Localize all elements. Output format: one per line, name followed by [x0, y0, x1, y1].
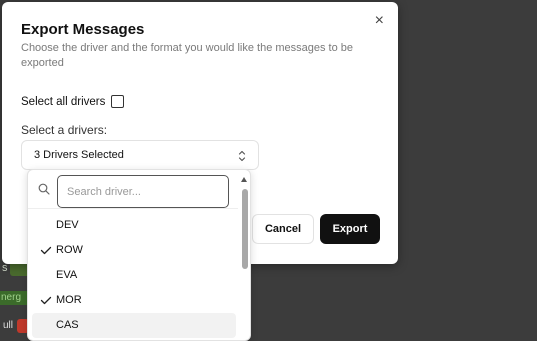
driver-option-mor[interactable]: MOR [32, 288, 236, 313]
search-driver-input[interactable] [57, 175, 229, 208]
background-fragment-text: ull [3, 320, 14, 331]
drivers-select[interactable]: 3 Drivers Selected [21, 140, 259, 170]
background-fragment-text: nerg [1, 292, 22, 303]
background-row-2: nerg [0, 291, 29, 305]
drivers-select-value: 3 Drivers Selected [34, 149, 124, 161]
select-all-label: Select all drivers [21, 95, 106, 108]
select-all-drivers: Select all drivers [21, 95, 125, 108]
checkmark-icon [40, 296, 52, 305]
dialog-title: Export Messages [21, 21, 145, 38]
driver-option-label: DEV [56, 219, 79, 231]
driver-option-label: MOR [56, 294, 82, 306]
driver-option-eva[interactable]: EVA [32, 263, 236, 288]
select-drivers-label: Select a drivers: [21, 123, 108, 137]
search-row [28, 170, 238, 209]
cancel-button[interactable]: Cancel [252, 214, 314, 244]
driver-option-label: ROW [56, 244, 83, 256]
dropdown-scrollbar[interactable] [238, 170, 250, 340]
driver-option-row[interactable]: ROW [32, 238, 236, 263]
checkmark-icon [40, 246, 52, 255]
export-button[interactable]: Export [320, 214, 380, 244]
close-icon: × [374, 12, 384, 29]
scroll-thumb[interactable] [242, 189, 248, 269]
select-all-checkbox[interactable] [111, 95, 125, 108]
driver-option-label: CAS [56, 319, 79, 331]
search-icon [38, 183, 50, 195]
driver-option-cas[interactable]: CAS [32, 313, 236, 338]
close-button[interactable]: × [375, 13, 384, 29]
driver-option-dev[interactable]: DEV [32, 213, 236, 238]
drivers-dropdown: DEV ROW EVA MOR CAS [27, 169, 251, 341]
driver-options-list: DEV ROW EVA MOR CAS [28, 213, 240, 338]
driver-option-label: EVA [56, 269, 78, 281]
scroll-up-arrow-icon[interactable] [241, 177, 247, 182]
dialog-subtitle: Choose the driver and the format you wou… [21, 42, 354, 69]
chevron-up-down-icon [238, 150, 246, 162]
